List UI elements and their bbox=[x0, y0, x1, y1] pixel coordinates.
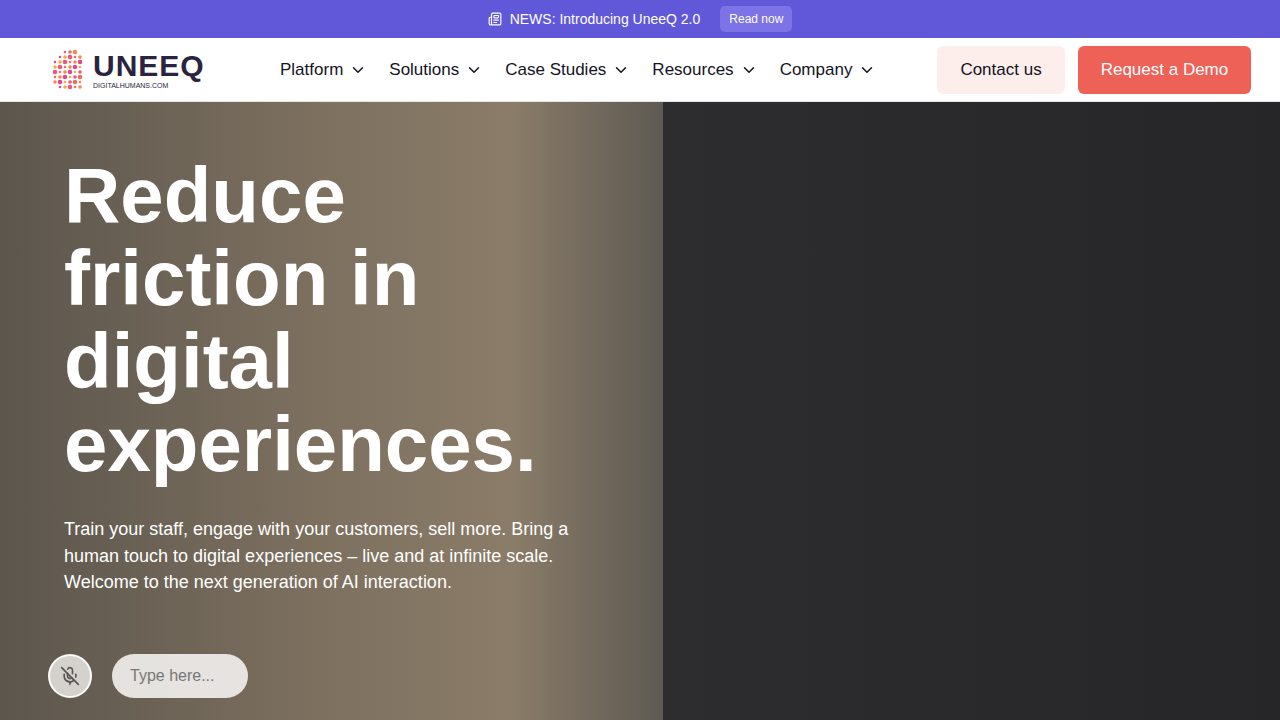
chevron-down-icon bbox=[740, 61, 758, 79]
nav-item[interactable]: Case Studies bbox=[505, 60, 630, 80]
news-icon bbox=[488, 12, 502, 26]
nav-actions: Contact us Request a Demo bbox=[937, 46, 1251, 94]
logo-face-icon bbox=[43, 48, 89, 92]
hero: Reduce friction in digital experiences. T… bbox=[0, 102, 1280, 720]
read-now-button[interactable]: Read now bbox=[720, 6, 792, 32]
hero-title: Reduce friction in digital experiences. bbox=[64, 154, 604, 486]
hero-subtitle: Train your staff, engage with your custo… bbox=[64, 516, 594, 596]
nav-menu: Platform Solutions Case Studies Resources Co… bbox=[280, 60, 876, 80]
chevron-down-icon bbox=[465, 61, 483, 79]
announcement-bar: NEWS: Introducing UneeQ 2.0 Read now bbox=[0, 0, 1280, 38]
page: NEWS: Introducing UneeQ 2.0 Read now UNEEQ… bbox=[0, 0, 1280, 720]
chevron-down-icon bbox=[612, 61, 630, 79]
nav-item[interactable]: Resources bbox=[652, 60, 757, 80]
announcement-text: NEWS: Introducing UneeQ 2.0 bbox=[510, 11, 701, 27]
chat-row bbox=[48, 654, 1280, 698]
logo-tagline: DIGITALHUMANS.COM bbox=[93, 82, 205, 89]
logo-word: UNEEQ bbox=[93, 51, 205, 81]
nav-item[interactable]: Company bbox=[780, 60, 877, 80]
chevron-down-icon bbox=[349, 61, 367, 79]
nav-item[interactable]: Solutions bbox=[389, 60, 483, 80]
logo-words: UNEEQDIGITALHUMANS.COM bbox=[93, 51, 205, 89]
logo[interactable]: UNEEQDIGITALHUMANS.COM bbox=[43, 48, 280, 92]
mic-button[interactable] bbox=[48, 654, 92, 698]
chevron-down-icon bbox=[858, 61, 876, 79]
nav-item[interactable]: Platform bbox=[280, 60, 367, 80]
mic-off-icon bbox=[60, 666, 80, 686]
demo-button[interactable]: Request a Demo bbox=[1078, 46, 1252, 94]
contact-button[interactable]: Contact us bbox=[937, 46, 1064, 94]
chat-input[interactable] bbox=[112, 654, 248, 698]
nav-bar: UNEEQDIGITALHUMANS.COM Platform Solutions C… bbox=[0, 38, 1280, 102]
